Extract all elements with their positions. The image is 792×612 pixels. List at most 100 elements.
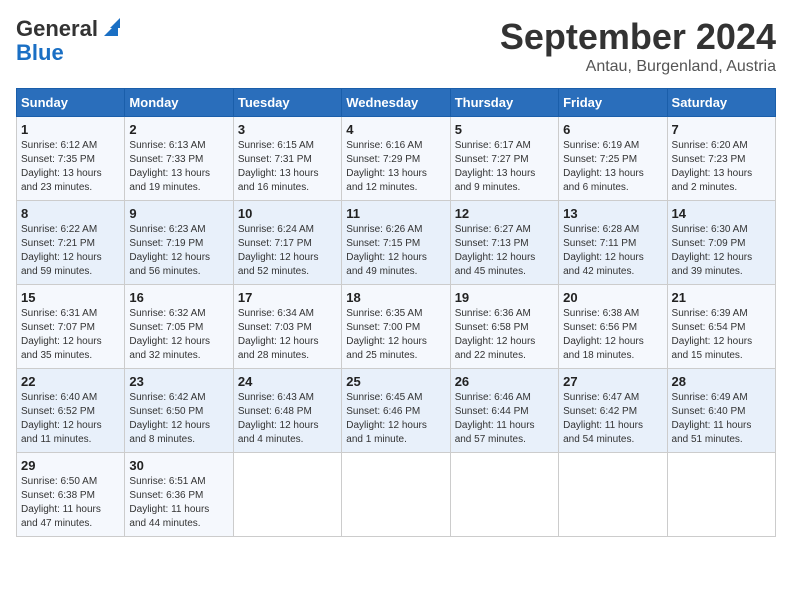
col-header-tuesday: Tuesday [233,89,341,117]
calendar-cell-20: 20 Sunrise: 6:38 AM Sunset: 6:56 PM Dayli… [559,285,667,369]
title-block: September 2024 Antau, Burgenland, Austri… [500,16,776,76]
calendar-cell-28: 28 Sunrise: 6:49 AM Sunset: 6:40 PM Dayli… [667,369,775,453]
calendar-cell-29: 29 Sunrise: 6:50 AM Sunset: 6:38 PM Dayli… [17,453,125,537]
day-number: 22 [21,374,120,389]
month-title: September 2024 [500,16,776,58]
day-number: 21 [672,290,771,305]
day-number: 16 [129,290,228,305]
calendar-row-0: 1 Sunrise: 6:12 AM Sunset: 7:35 PM Daylig… [17,117,776,201]
calendar-cell-empty [233,453,341,537]
day-number: 27 [563,374,662,389]
day-info: Sunrise: 6:13 AM Sunset: 7:33 PM Dayligh… [129,139,228,195]
day-number: 10 [238,206,337,221]
day-number: 28 [672,374,771,389]
day-info: Sunrise: 6:50 AM Sunset: 6:38 PM Dayligh… [21,475,120,531]
location-title: Antau, Burgenland, Austria [500,58,776,76]
day-number: 29 [21,458,120,473]
col-header-friday: Friday [559,89,667,117]
calendar-cell-8: 8 Sunrise: 6:22 AM Sunset: 7:21 PM Daylig… [17,201,125,285]
calendar-cell-14: 14 Sunrise: 6:30 AM Sunset: 7:09 PM Dayli… [667,201,775,285]
day-info: Sunrise: 6:23 AM Sunset: 7:19 PM Dayligh… [129,223,228,279]
day-info: Sunrise: 6:22 AM Sunset: 7:21 PM Dayligh… [21,223,120,279]
day-info: Sunrise: 6:16 AM Sunset: 7:29 PM Dayligh… [346,139,445,195]
day-number: 12 [455,206,554,221]
day-number: 17 [238,290,337,305]
day-info: Sunrise: 6:19 AM Sunset: 7:25 PM Dayligh… [563,139,662,195]
calendar-row-1: 8 Sunrise: 6:22 AM Sunset: 7:21 PM Daylig… [17,201,776,285]
day-number: 19 [455,290,554,305]
calendar-row-3: 22 Sunrise: 6:40 AM Sunset: 6:52 PM Dayli… [17,369,776,453]
day-info: Sunrise: 6:17 AM Sunset: 7:27 PM Dayligh… [455,139,554,195]
day-number: 24 [238,374,337,389]
day-number: 30 [129,458,228,473]
day-info: Sunrise: 6:28 AM Sunset: 7:11 PM Dayligh… [563,223,662,279]
calendar-cell-1: 1 Sunrise: 6:12 AM Sunset: 7:35 PM Daylig… [17,117,125,201]
day-number: 3 [238,122,337,137]
day-number: 4 [346,122,445,137]
day-number: 23 [129,374,228,389]
day-info: Sunrise: 6:27 AM Sunset: 7:13 PM Dayligh… [455,223,554,279]
calendar-cell-empty [342,453,450,537]
day-info: Sunrise: 6:15 AM Sunset: 7:31 PM Dayligh… [238,139,337,195]
day-info: Sunrise: 6:30 AM Sunset: 7:09 PM Dayligh… [672,223,771,279]
calendar-cell-22: 22 Sunrise: 6:40 AM Sunset: 6:52 PM Dayli… [17,369,125,453]
day-number: 26 [455,374,554,389]
day-number: 2 [129,122,228,137]
day-info: Sunrise: 6:45 AM Sunset: 6:46 PM Dayligh… [346,391,445,447]
day-number: 9 [129,206,228,221]
calendar-cell-19: 19 Sunrise: 6:36 AM Sunset: 6:58 PM Dayli… [450,285,558,369]
calendar-cell-26: 26 Sunrise: 6:46 AM Sunset: 6:44 PM Dayli… [450,369,558,453]
page-header: General Blue September 2024 Antau, Burge… [16,16,776,76]
day-info: Sunrise: 6:36 AM Sunset: 6:58 PM Dayligh… [455,307,554,363]
day-info: Sunrise: 6:38 AM Sunset: 6:56 PM Dayligh… [563,307,662,363]
calendar-cell-25: 25Sunrise: 6:45 AM Sunset: 6:46 PM Dayli… [342,369,450,453]
day-info: Sunrise: 6:47 AM Sunset: 6:42 PM Dayligh… [563,391,662,447]
calendar-cell-empty [450,453,558,537]
calendar-cell-6: 6 Sunrise: 6:19 AM Sunset: 7:25 PM Daylig… [559,117,667,201]
col-header-thursday: Thursday [450,89,558,117]
day-number: 20 [563,290,662,305]
day-number: 1 [21,122,120,137]
day-info: Sunrise: 6:24 AM Sunset: 7:17 PM Dayligh… [238,223,337,279]
calendar-cell-16: 16Sunrise: 6:32 AM Sunset: 7:05 PM Dayli… [125,285,233,369]
day-info: Sunrise: 6:39 AM Sunset: 6:54 PM Dayligh… [672,307,771,363]
col-header-monday: Monday [125,89,233,117]
day-number: 14 [672,206,771,221]
day-number: 13 [563,206,662,221]
calendar-cell-empty [667,453,775,537]
day-info: Sunrise: 6:35 AM Sunset: 7:00 PM Dayligh… [346,307,445,363]
calendar-row-4: 29 Sunrise: 6:50 AM Sunset: 6:38 PM Dayli… [17,453,776,537]
day-number: 6 [563,122,662,137]
day-number: 11 [346,206,445,221]
day-info: Sunrise: 6:43 AM Sunset: 6:48 PM Dayligh… [238,391,337,447]
day-info: Sunrise: 6:12 AM Sunset: 7:35 PM Dayligh… [21,139,120,195]
calendar-cell-12: 12 Sunrise: 6:27 AM Sunset: 7:13 PM Dayli… [450,201,558,285]
calendar-cell-3: 3 Sunrise: 6:15 AM Sunset: 7:31 PM Daylig… [233,117,341,201]
logo-arrow-icon [100,18,122,40]
day-info: Sunrise: 6:26 AM Sunset: 7:15 PM Dayligh… [346,223,445,279]
calendar-cell-24: 24 Sunrise: 6:43 AM Sunset: 6:48 PM Dayli… [233,369,341,453]
day-info: Sunrise: 6:40 AM Sunset: 6:52 PM Dayligh… [21,391,120,447]
col-header-sunday: Sunday [17,89,125,117]
day-info: Sunrise: 6:49 AM Sunset: 6:40 PM Dayligh… [672,391,771,447]
day-number: 15 [21,290,120,305]
calendar-table: SundayMondayTuesdayWednesdayThursdayFrid… [16,88,776,537]
logo: General Blue [16,16,122,64]
calendar-cell-27: 27 Sunrise: 6:47 AM Sunset: 6:42 PM Dayli… [559,369,667,453]
calendar-cell-23: 23 Sunrise: 6:42 AM Sunset: 6:50 PM Dayli… [125,369,233,453]
day-number: 5 [455,122,554,137]
day-info: Sunrise: 6:46 AM Sunset: 6:44 PM Dayligh… [455,391,554,447]
calendar-cell-4: 4 Sunrise: 6:16 AM Sunset: 7:29 PM Daylig… [342,117,450,201]
calendar-cell-5: 5 Sunrise: 6:17 AM Sunset: 7:27 PM Daylig… [450,117,558,201]
day-info: Sunrise: 6:51 AM Sunset: 6:36 PM Dayligh… [129,475,228,531]
calendar-cell-13: 13 Sunrise: 6:28 AM Sunset: 7:11 PM Dayli… [559,201,667,285]
col-header-saturday: Saturday [667,89,775,117]
day-number: 8 [21,206,120,221]
calendar-cell-10: 10 Sunrise: 6:24 AM Sunset: 7:17 PM Dayli… [233,201,341,285]
calendar-cell-2: 2 Sunrise: 6:13 AM Sunset: 7:33 PM Daylig… [125,117,233,201]
day-info: Sunrise: 6:42 AM Sunset: 6:50 PM Dayligh… [129,391,228,447]
calendar-cell-30: 30 Sunrise: 6:51 AM Sunset: 6:36 PM Dayli… [125,453,233,537]
calendar-cell-11: 11 Sunrise: 6:26 AM Sunset: 7:15 PM Dayli… [342,201,450,285]
day-number: 18 [346,290,445,305]
day-info: Sunrise: 6:34 AM Sunset: 7:03 PM Dayligh… [238,307,337,363]
